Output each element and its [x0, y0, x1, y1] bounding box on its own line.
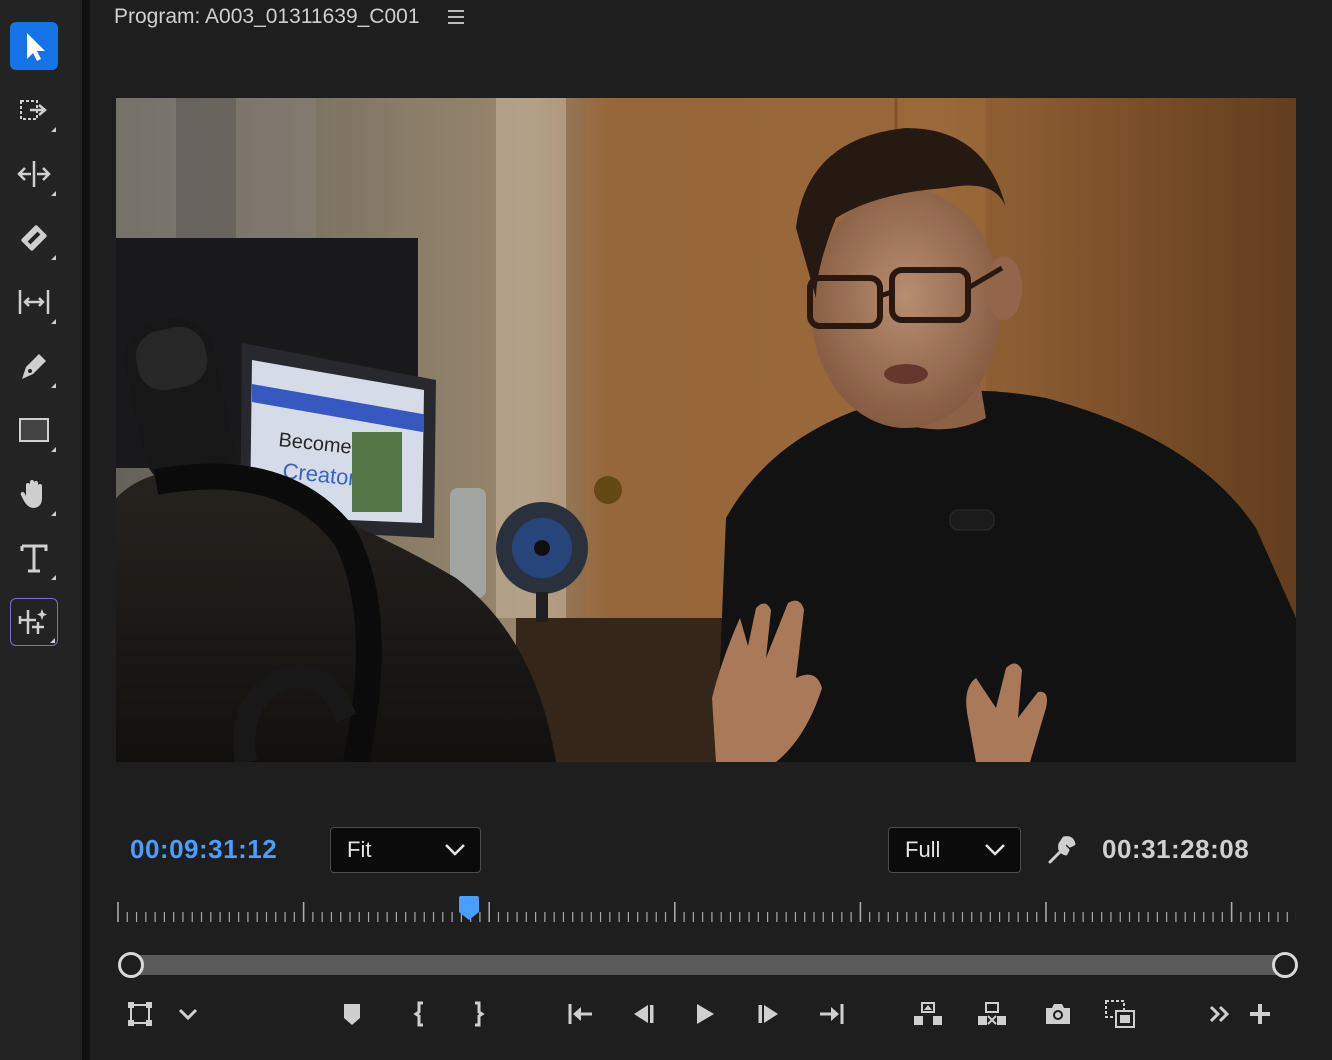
pen-tool-button[interactable]	[10, 342, 58, 390]
double-chevron-right-icon	[1209, 1005, 1230, 1023]
plus-icon	[1250, 1004, 1270, 1024]
scrollbar-track[interactable]	[128, 955, 1288, 975]
playhead[interactable]	[458, 896, 480, 922]
more-controls-button[interactable]	[1200, 994, 1240, 1034]
hand-icon	[20, 480, 42, 508]
video-image: Become a Creator	[116, 98, 1296, 762]
button-editor-button[interactable]	[1240, 994, 1280, 1034]
razor-tool-button[interactable]	[10, 214, 58, 262]
play-icon	[697, 1004, 714, 1024]
chevron-down-icon	[178, 1008, 198, 1021]
zoom-level-select[interactable]: Fit	[330, 827, 481, 873]
compare-view-button[interactable]	[1100, 994, 1140, 1034]
step-back-button[interactable]	[624, 994, 664, 1034]
extract-icon	[978, 1002, 1006, 1025]
razor-icon	[21, 225, 47, 251]
lift-button[interactable]	[908, 994, 948, 1034]
wrench-icon[interactable]	[1046, 834, 1078, 866]
safe-margins-button[interactable]	[120, 994, 160, 1034]
track-select-tool-button[interactable]	[10, 86, 58, 134]
go-to-out-button[interactable]	[812, 994, 852, 1034]
camera-icon	[1046, 1004, 1070, 1024]
track-select-icon	[20, 100, 47, 120]
premiere-window: Program: A003_01311639_C001 Become a Cre…	[0, 0, 1332, 1060]
go-to-in-button[interactable]	[560, 994, 600, 1034]
chevron-down-icon	[985, 844, 1005, 856]
slip-icon	[18, 290, 50, 314]
go-to-in-icon	[568, 1004, 592, 1024]
step-forward-icon	[758, 1005, 778, 1023]
mark-out-button[interactable]	[458, 994, 498, 1034]
panel-divider[interactable]	[82, 0, 90, 1060]
mark-in-button[interactable]	[400, 994, 440, 1034]
scrollbar-handle-left[interactable]	[118, 952, 144, 978]
slip-tool-button[interactable]	[10, 278, 58, 326]
tools-panel	[0, 0, 82, 1060]
extract-button[interactable]	[972, 994, 1012, 1034]
step-back-icon	[634, 1005, 654, 1023]
add-marker-button[interactable]	[332, 994, 372, 1034]
rectangle-tool-button[interactable]	[10, 406, 58, 454]
panel-menu-icon[interactable]	[447, 10, 464, 24]
duration-timecode: 00:31:28:08	[1102, 834, 1250, 864]
type-icon	[20, 544, 48, 573]
panel-title: Program: A003_01311639_C001	[114, 5, 420, 28]
zoom-scrollbar[interactable]	[118, 952, 1298, 978]
mark-in-icon	[413, 1001, 423, 1027]
selection-tool-button[interactable]	[10, 22, 58, 70]
play-button[interactable]	[684, 994, 724, 1034]
generative-extend-icon	[18, 609, 47, 634]
export-frame-button[interactable]	[1038, 994, 1078, 1034]
settings-dropdown-button[interactable]	[168, 994, 208, 1034]
ripple-edit-icon	[17, 161, 51, 187]
time-ruler[interactable]	[116, 898, 1296, 926]
type-tool-button[interactable]	[10, 534, 58, 582]
go-to-out-icon	[820, 1004, 844, 1024]
panel-header: Program: A003_01311639_C001	[114, 4, 464, 30]
video-frame[interactable]: Become a Creator	[116, 98, 1296, 762]
lift-icon	[914, 1002, 942, 1025]
playback-resolution-select[interactable]: Full	[888, 827, 1021, 873]
playback-resolution-value: Full	[905, 837, 941, 862]
program-monitor: Program: A003_01311639_C001 Become a Cre…	[90, 0, 1332, 1060]
arrow-icon	[27, 33, 45, 61]
scrollbar-handle-right[interactable]	[1272, 952, 1298, 978]
ripple-edit-tool-button[interactable]	[10, 150, 58, 198]
marker-icon	[344, 1004, 360, 1025]
step-forward-button[interactable]	[748, 994, 788, 1034]
generative-extend-tool-button[interactable]	[10, 598, 58, 646]
safe-margins-icon	[128, 1002, 152, 1026]
current-timecode[interactable]: 00:09:31:12	[130, 834, 277, 865]
mark-out-icon	[475, 1001, 485, 1027]
zoom-level-value: Fit	[347, 837, 372, 862]
rectangle-icon	[19, 418, 49, 442]
pen-icon	[22, 354, 46, 379]
hand-tool-button[interactable]	[10, 470, 58, 518]
chevron-down-icon	[445, 844, 465, 856]
compare-view-icon	[1105, 1000, 1135, 1028]
